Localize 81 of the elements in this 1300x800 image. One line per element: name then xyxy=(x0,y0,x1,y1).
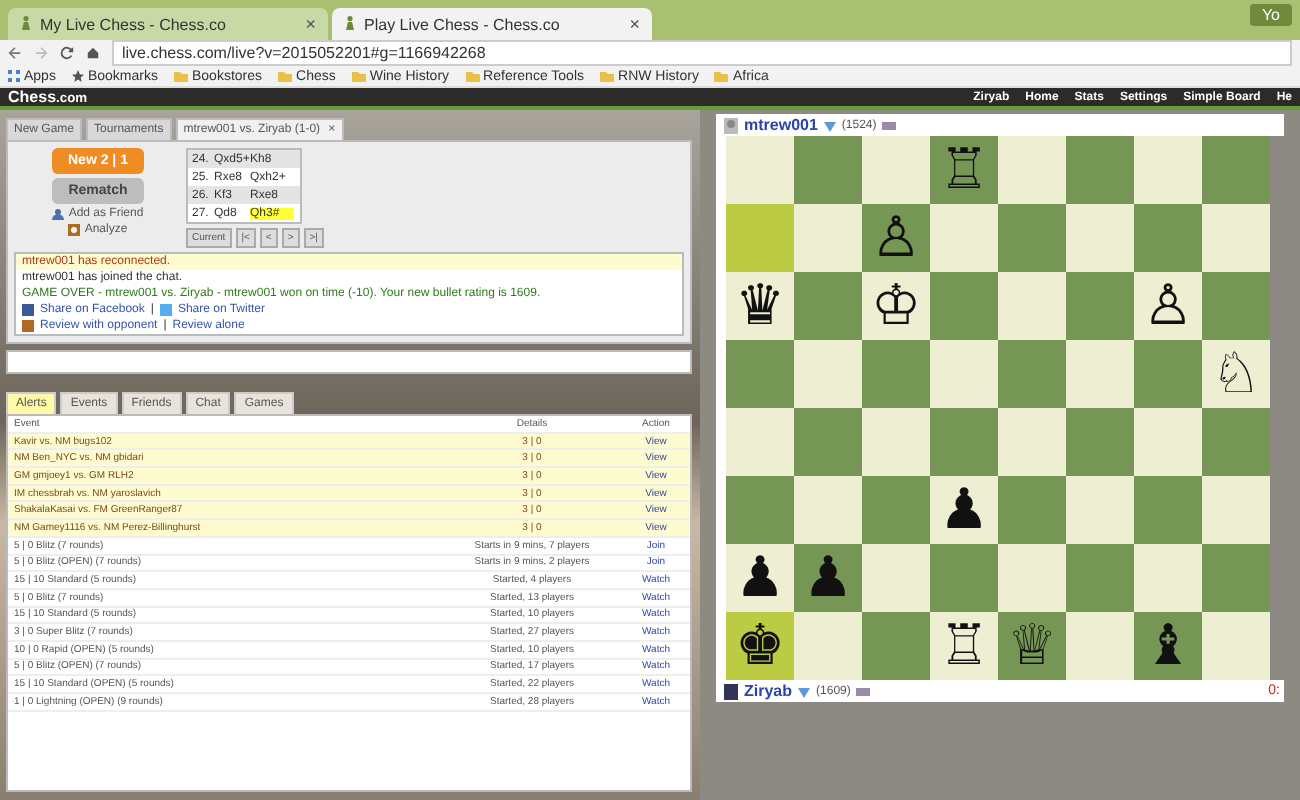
board-square[interactable] xyxy=(1066,204,1134,272)
browser-tab[interactable]: Play Live Chess - Chess.co × xyxy=(332,8,652,40)
back-arrow-icon[interactable] xyxy=(8,46,22,60)
forward-arrow-icon[interactable] xyxy=(34,46,48,60)
board-square[interactable] xyxy=(862,476,930,544)
address-bar[interactable]: live.chess.com/live?v=2015052201#g=1166942268 xyxy=(112,40,1292,66)
board-square[interactable] xyxy=(794,612,862,680)
board-square[interactable] xyxy=(930,544,998,612)
folder-icon xyxy=(351,70,366,82)
board-square[interactable] xyxy=(726,476,794,544)
board-square[interactable] xyxy=(998,544,1066,612)
person-icon xyxy=(52,208,65,220)
folder-icon xyxy=(278,70,293,82)
board-square[interactable] xyxy=(1066,476,1134,544)
board-square[interactable] xyxy=(862,340,930,408)
board-square[interactable] xyxy=(1202,544,1270,612)
board-square[interactable] xyxy=(998,136,1066,204)
board-square[interactable] xyxy=(998,340,1066,408)
board-square[interactable] xyxy=(1066,612,1134,680)
board-square[interactable] xyxy=(998,204,1066,272)
folder-icon xyxy=(465,70,480,82)
pawn-icon xyxy=(20,16,32,32)
board-square[interactable] xyxy=(726,204,794,272)
review-icon xyxy=(22,320,34,332)
board-square[interactable] xyxy=(1202,136,1270,204)
avatar-icon xyxy=(724,117,738,133)
board-square[interactable] xyxy=(1202,612,1270,680)
board-square[interactable] xyxy=(998,272,1066,340)
facebook-icon xyxy=(22,304,34,316)
board-square[interactable] xyxy=(794,136,862,204)
board-square[interactable] xyxy=(930,340,998,408)
board-square[interactable] xyxy=(862,612,930,680)
board-square[interactable] xyxy=(1066,340,1134,408)
home-icon[interactable] xyxy=(86,46,100,60)
twitter-icon xyxy=(159,304,172,316)
board-square[interactable] xyxy=(930,272,998,340)
board-square[interactable] xyxy=(1134,136,1202,204)
apps-grid-icon xyxy=(8,70,20,82)
pawn-icon xyxy=(344,16,356,32)
board-square[interactable] xyxy=(930,204,998,272)
board-square[interactable] xyxy=(726,408,794,476)
board-square[interactable] xyxy=(1066,408,1134,476)
board-square[interactable] xyxy=(1066,136,1134,204)
board-square[interactable] xyxy=(862,544,930,612)
board-square[interactable] xyxy=(726,340,794,408)
board-square[interactable] xyxy=(1202,272,1270,340)
board-square[interactable] xyxy=(1134,476,1202,544)
reload-icon[interactable] xyxy=(60,46,74,60)
board-square[interactable] xyxy=(862,408,930,476)
board-square[interactable] xyxy=(862,136,930,204)
board-square[interactable] xyxy=(1134,204,1202,272)
board-square[interactable] xyxy=(1066,272,1134,340)
board-square[interactable] xyxy=(1134,544,1202,612)
board-square[interactable] xyxy=(794,408,862,476)
board-square[interactable] xyxy=(1202,204,1270,272)
avatar-icon xyxy=(724,683,738,699)
star-icon xyxy=(71,70,84,82)
analyze-icon xyxy=(68,224,81,236)
chat-input[interactable] xyxy=(6,350,692,374)
board-square[interactable] xyxy=(998,476,1066,544)
board-square[interactable] xyxy=(1134,408,1202,476)
board-square[interactable] xyxy=(1066,544,1134,612)
board-square[interactable] xyxy=(1202,476,1270,544)
board-square[interactable] xyxy=(794,272,862,340)
board-square[interactable] xyxy=(930,408,998,476)
board-square[interactable] xyxy=(998,408,1066,476)
folder-icon xyxy=(173,70,188,82)
board-square[interactable] xyxy=(794,204,862,272)
player-name[interactable]: Ziryab xyxy=(744,682,793,700)
board-square[interactable] xyxy=(794,340,862,408)
folder-icon xyxy=(714,70,729,82)
folder-icon xyxy=(600,70,615,82)
board-square[interactable] xyxy=(1134,340,1202,408)
board-square[interactable] xyxy=(1202,408,1270,476)
board-square[interactable] xyxy=(726,136,794,204)
board-square[interactable] xyxy=(794,476,862,544)
player-name[interactable]: mtrew001 xyxy=(744,116,818,134)
browser-tab[interactable]: My Live Chess - Chess.co × xyxy=(8,8,328,40)
flag-icon xyxy=(882,121,897,129)
flag-icon xyxy=(856,687,871,695)
user-badge[interactable]: Yo xyxy=(1249,4,1292,26)
